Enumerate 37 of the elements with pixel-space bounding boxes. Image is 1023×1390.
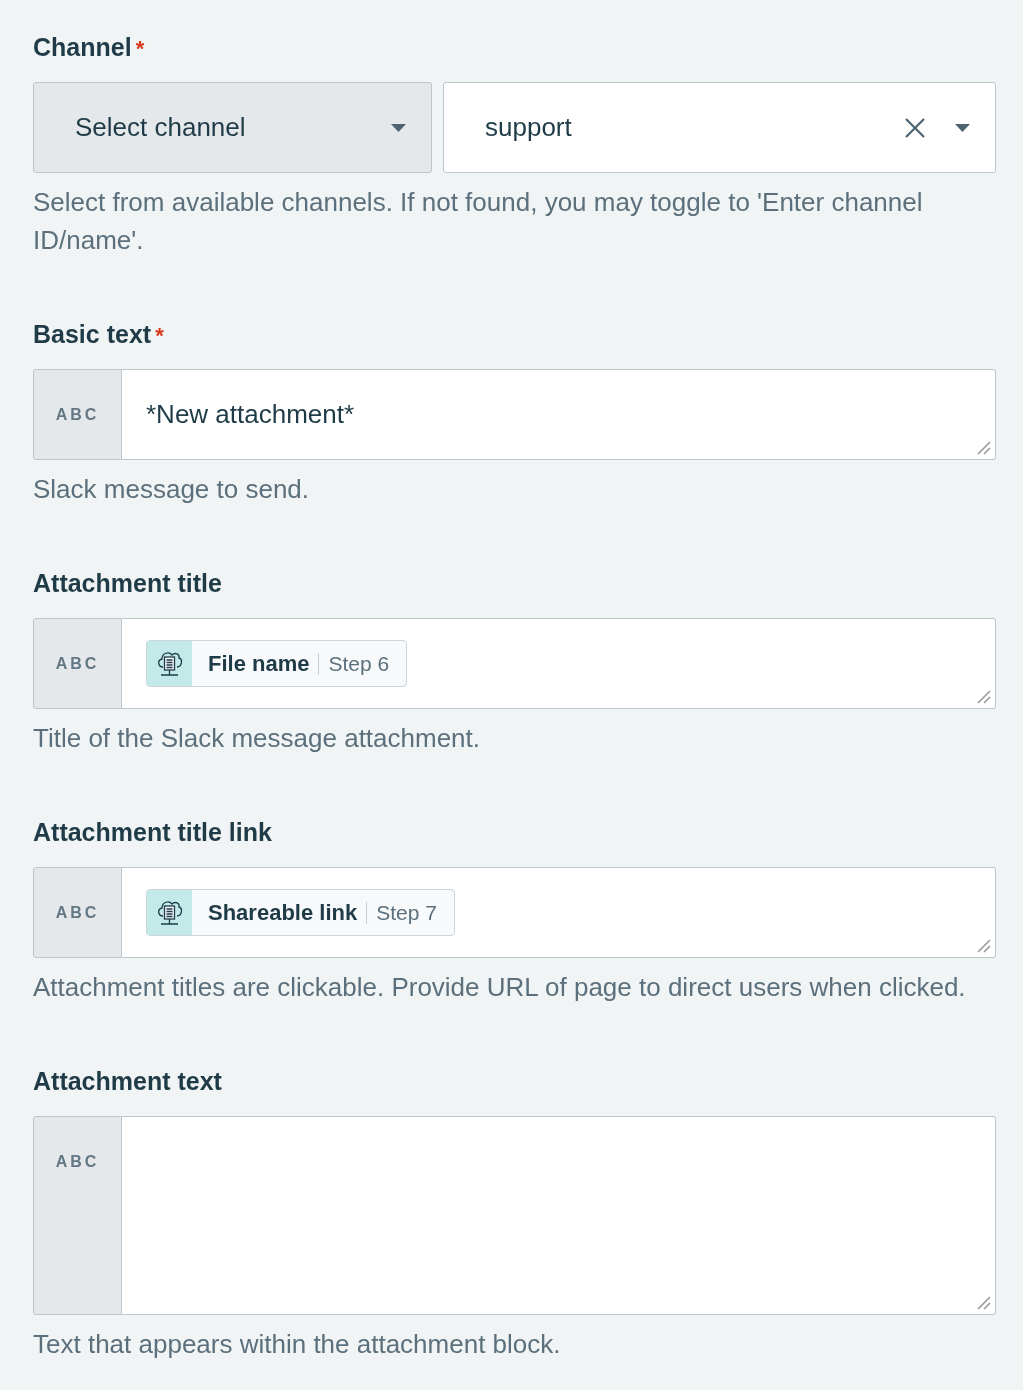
- pill-label: File name: [207, 650, 310, 678]
- resize-handle-icon[interactable]: [977, 690, 991, 704]
- resize-handle-icon[interactable]: [977, 1296, 991, 1310]
- field-label: Attachment title: [33, 568, 222, 598]
- field-hint: Slack message to send.: [33, 473, 311, 506]
- mode-select-dropdown[interactable]: Select channel: [33, 82, 432, 173]
- field-hint: Select from available channels. If not found, you may toggle to 'Enter channel ID/name'.: [33, 186, 924, 257]
- field-hint: Text that appears within the attachment block.: [33, 1328, 562, 1361]
- type-badge: ABC: [33, 1116, 122, 1315]
- resize-handle-icon[interactable]: [977, 441, 991, 455]
- pill-step: Step 6: [318, 652, 390, 675]
- data-pill[interactable]: File name Step 6: [146, 640, 408, 687]
- field-label: Basic text: [33, 319, 152, 349]
- required-mark: *: [155, 322, 164, 350]
- text-area-field[interactable]: [122, 1116, 996, 1315]
- caret-icon[interactable]: [955, 123, 970, 132]
- text-area-field[interactable]: Shareable link Step 7: [122, 867, 996, 958]
- cloud-document-icon: [147, 890, 192, 935]
- caret-icon[interactable]: [391, 123, 406, 132]
- cloud-document-icon: [147, 641, 192, 686]
- required-mark: *: [135, 35, 145, 63]
- type-badge: ABC: [33, 369, 122, 460]
- pill-step: Step 7: [366, 901, 437, 924]
- field-hint: Title of the Slack message attachment.: [33, 722, 482, 755]
- field-label: Attachment text: [33, 1066, 222, 1096]
- type-badge: ABC: [33, 867, 122, 958]
- field-label: Attachment title link: [33, 817, 272, 847]
- field-label: Channel: [33, 32, 132, 62]
- type-badge: ABC: [33, 618, 122, 709]
- channel-combobox[interactable]: support: [443, 82, 996, 173]
- resize-handle-icon[interactable]: [977, 939, 991, 953]
- close-icon[interactable]: [905, 117, 925, 138]
- text-area-field[interactable]: File name Step 6: [122, 618, 996, 709]
- text-area-field[interactable]: *New attachment*: [122, 369, 996, 460]
- data-pill[interactable]: Shareable link Step 7: [146, 889, 455, 936]
- pill-label: Shareable link: [207, 899, 358, 927]
- field-hint: Attachment titles are clickable. Provide URL of page to direct users when clicked.: [33, 971, 967, 1004]
